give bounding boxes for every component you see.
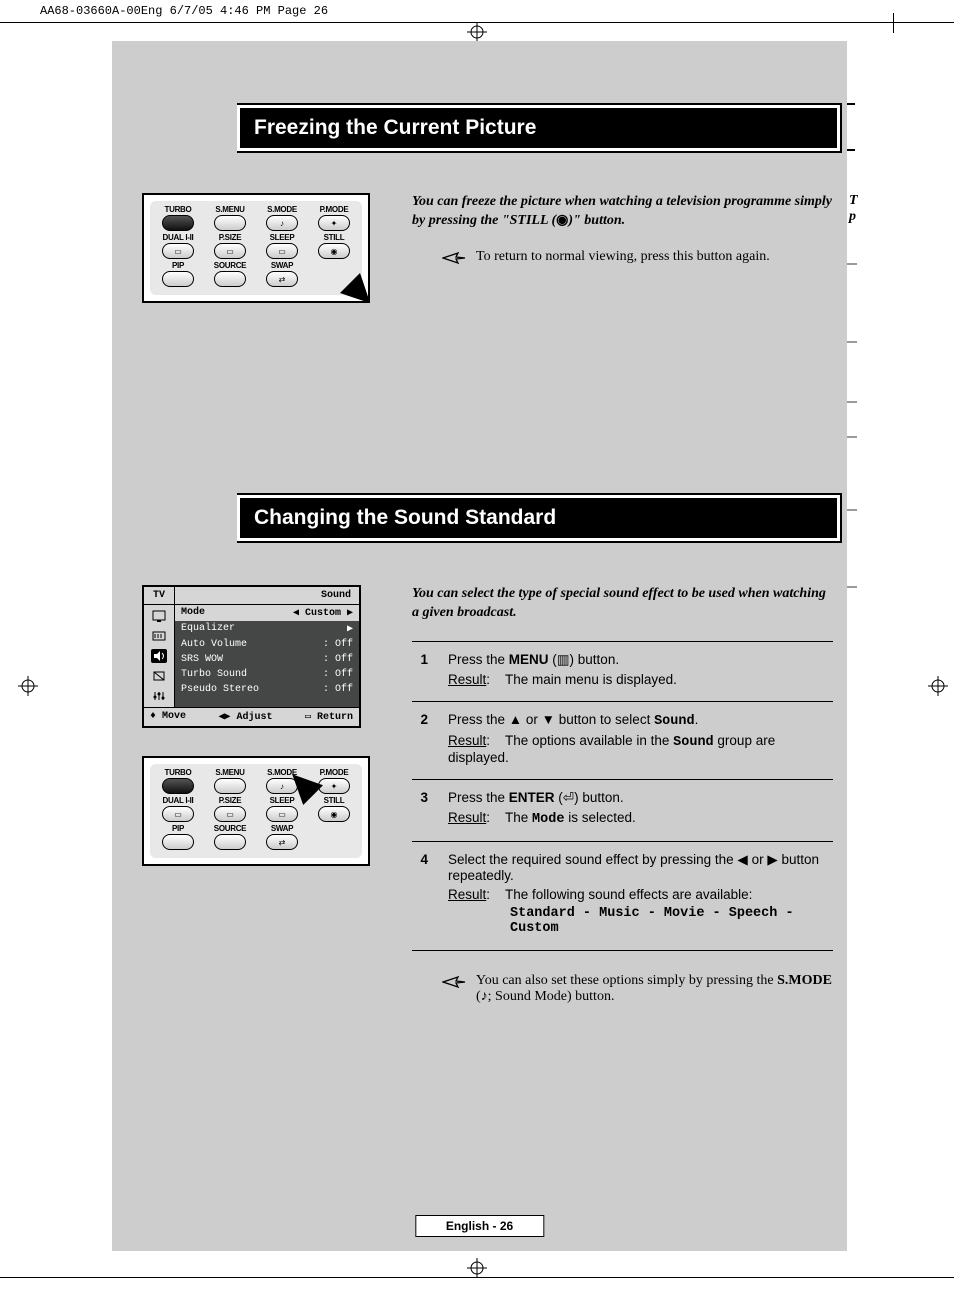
tip-note: You can also set these options simply by… (442, 973, 833, 1005)
remote-button-source (214, 271, 246, 287)
osd-row: Turbo Sound: Off (175, 667, 359, 682)
sound-effects-list: Standard - Music - Movie - Speech - Cust… (448, 906, 833, 936)
remote-button-smenu (214, 778, 246, 794)
remote-button-psize: ▭ (214, 243, 246, 259)
osd-menu-illustration: TV Sound Mode◀ Custom ▶ (142, 585, 361, 728)
remote-button-pip (162, 271, 194, 287)
remote-button-source (214, 834, 246, 850)
osd-menu-title: Sound (175, 587, 359, 604)
input-icon (151, 629, 167, 643)
remote-button-smode: ♪ (266, 215, 298, 231)
remote-button-pmode: ✦ (318, 778, 350, 794)
manual-page: Freezing the Current Picture TURBO S.MEN… (112, 41, 847, 1251)
sound-icon (151, 649, 167, 663)
step-item: 3 Press the ENTER (⏎) button. Result: Th… (412, 780, 833, 842)
remote-button-smode: ♪ (266, 778, 298, 794)
page-number: English - 26 (415, 1215, 544, 1237)
osd-source-label: TV (144, 587, 175, 604)
osd-row-mode: Mode◀ Custom ▶ (175, 605, 359, 621)
remote-illustration: TURBO S.MENU S.MODE♪ P.MODE✦ DUAL I-II▭ … (142, 193, 370, 303)
remote-button-turbo (162, 215, 194, 231)
return-icon: ▭ (305, 712, 317, 723)
osd-row: Pseudo Stereo: Off (175, 682, 359, 697)
enter-icon: ⏎ (563, 790, 574, 805)
step-item: 2 Press the ▲ or ▼ button to select Soun… (412, 702, 833, 780)
print-job-header: AA68-03660A-00Eng 6/7/05 4:46 PM Page 26 (0, 0, 954, 22)
updown-icon: ♦ (150, 711, 162, 722)
still-icon: ◉ (556, 213, 568, 228)
remote-button-pmode: ✦ (318, 215, 350, 231)
osd-icon-rail (144, 605, 175, 707)
left-gutter (0, 41, 112, 1251)
remote-button-swap: ⇄ (266, 271, 298, 287)
section-heading-box: Changing the Sound Standard (237, 493, 842, 543)
section-intro: You can select the type of special sound… (412, 585, 833, 623)
remote-button-still: ◉ (318, 806, 350, 822)
tip-note: To return to normal viewing, press this … (442, 249, 833, 270)
registration-mark-icon (467, 22, 487, 42)
channel-icon (151, 669, 167, 683)
cutoff-text: p (849, 209, 858, 225)
remote-button-psize: ▭ (214, 806, 246, 822)
step-item: 1 Press the MENU (▥) button. Result: The… (412, 642, 833, 702)
cutoff-text: T (849, 193, 858, 209)
tip-text: To return to normal viewing, press this … (476, 249, 770, 265)
step-number: 4 (412, 852, 428, 940)
step-item: 4 Select the required sound effect by pr… (412, 842, 833, 951)
section-title: Changing the Sound Standard (240, 498, 837, 538)
remote-button-smenu (214, 215, 246, 231)
steps-list: 1 Press the MENU (▥) button. Result: The… (412, 641, 833, 951)
section-heading-box: Freezing the Current Picture (237, 103, 842, 153)
registration-mark-icon (928, 676, 948, 696)
picture-icon (151, 609, 167, 623)
section-intro: You can freeze the picture when watching… (412, 193, 833, 231)
smode-icon: ♪ (481, 989, 488, 1004)
step-number: 2 (412, 712, 428, 769)
leftright-icon: ◀▶ (218, 712, 236, 723)
adjacent-page-fragment (847, 103, 855, 151)
step-number: 1 (412, 652, 428, 691)
remote-button-pip (162, 834, 194, 850)
remote-button-sleep: ▭ (266, 806, 298, 822)
osd-row: Auto Volume: Off (175, 637, 359, 652)
menu-icon: ▥ (557, 652, 570, 667)
remote-button-still: ◉ (318, 243, 350, 259)
remote-button-dual: ▭ (162, 243, 194, 259)
osd-option-list: Mode◀ Custom ▶ Equalizer▶ Auto Volume: O… (175, 605, 359, 707)
registration-mark-icon (467, 1258, 487, 1278)
osd-footer-hints: ♦ Move ◀▶ Adjust ▭ Return (144, 707, 359, 726)
crop-marks-bottom (0, 1251, 954, 1278)
remote-button-sleep: ▭ (266, 243, 298, 259)
pointer-arrow-icon (442, 975, 466, 994)
remote-illustration: TURBO S.MENU S.MODE♪ P.MODE✦ DUAL I-II▭ … (142, 756, 370, 866)
osd-row: Equalizer▶ (175, 621, 359, 637)
step-number: 3 (412, 790, 428, 831)
crop-marks-top (0, 22, 954, 41)
setup-icon (151, 689, 167, 703)
registration-mark-icon (18, 676, 38, 696)
right-gutter: T p (847, 41, 954, 1251)
pointer-arrow-icon (442, 251, 466, 270)
osd-row: SRS WOW: Off (175, 652, 359, 667)
remote-button-dual: ▭ (162, 806, 194, 822)
remote-button-turbo (162, 778, 194, 794)
section-title: Freezing the Current Picture (240, 108, 837, 148)
remote-button-swap: ⇄ (266, 834, 298, 850)
